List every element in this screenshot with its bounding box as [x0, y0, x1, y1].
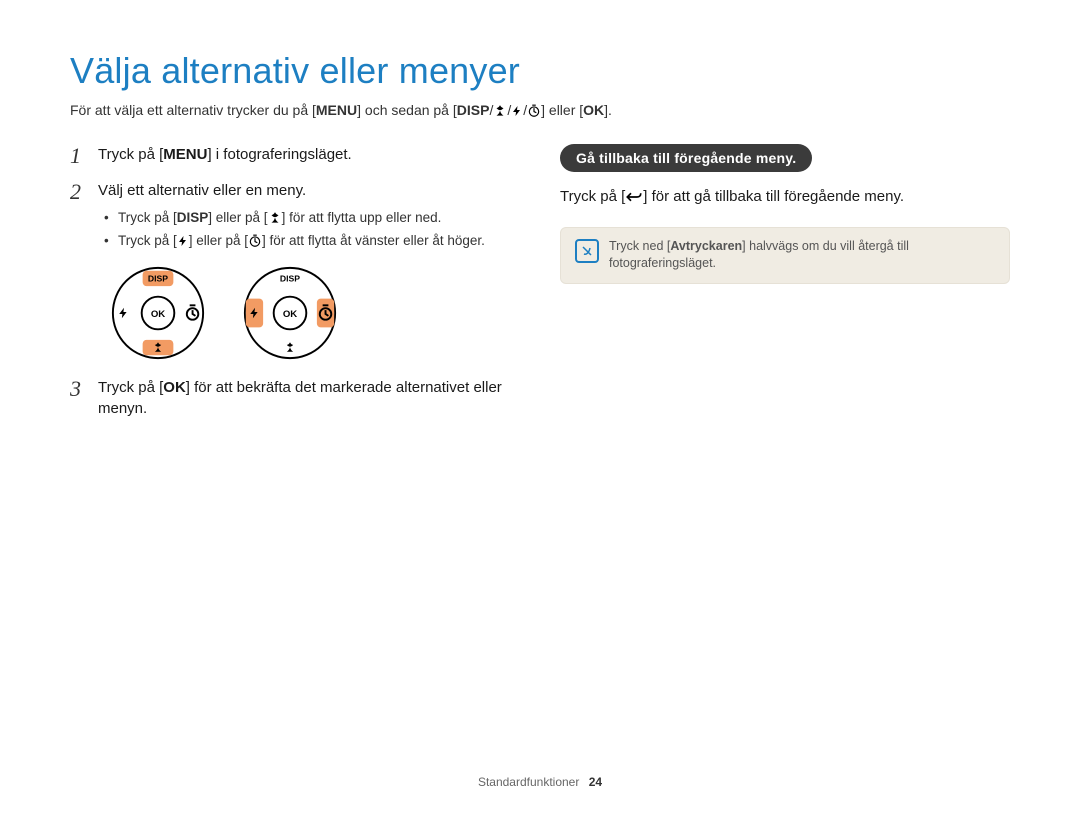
timer-icon: [527, 104, 541, 118]
svg-text:OK: OK: [283, 308, 297, 319]
b1-a: Tryck på [: [118, 210, 177, 225]
note-icon: [575, 239, 599, 263]
note-text-a: Tryck ned [: [609, 239, 670, 253]
b2-b: ] eller på [: [189, 233, 248, 248]
note-box: Tryck ned [Avtryckaren] halvvägs om du v…: [560, 227, 1010, 284]
back-instruction: Tryck på [ ] för att gå tillbaka till för…: [560, 186, 1010, 209]
shutter-label: Avtryckaren: [670, 239, 742, 253]
step-1-text-b: ] i fotograferingsläget.: [207, 146, 351, 163]
disp-label: DISP: [177, 210, 209, 225]
macro-icon: [268, 211, 282, 225]
intro-text-mid2: ] eller [: [541, 102, 583, 118]
step-number: 3: [70, 373, 81, 405]
step-number: 1: [70, 140, 81, 172]
footer-page-number: 24: [589, 775, 602, 789]
intro-text-pre: För att välja ett alternativ trycker du …: [70, 102, 316, 118]
macro-icon: [493, 104, 507, 118]
intro-paragraph: För att välja ett alternativ trycker du …: [70, 102, 1010, 118]
direction-dial-left-right: OK DISP: [242, 265, 338, 361]
flash-icon: [511, 104, 523, 118]
left-column: 1 Tryck på [MENU] i fotograferingsläget.…: [70, 144, 520, 434]
intro-text-post: ].: [604, 102, 612, 118]
step-2-bullet-2: Tryck på [ ] eller på [ ] för att flytta å…: [104, 231, 520, 251]
menu-label: MENU: [163, 146, 207, 163]
intro-text-mid1: ] och sedan på [: [357, 102, 457, 118]
disp-label: DISP: [457, 102, 490, 118]
svg-text:DISP: DISP: [148, 273, 168, 283]
step-1-text-a: Tryck på [: [98, 146, 163, 163]
timer-icon: [248, 234, 262, 248]
b1-c: ] för att flytta upp eller ned.: [282, 210, 442, 225]
svg-text:DISP: DISP: [280, 273, 300, 283]
step-number: 2: [70, 176, 81, 208]
right-column: Gå tillbaka till föregående meny. Tryck …: [560, 144, 1010, 434]
page-footer: Standardfunktioner 24: [0, 775, 1080, 789]
back-icon: [625, 190, 643, 204]
back-heading-pill: Gå tillbaka till föregående meny.: [560, 144, 812, 172]
step-1: 1 Tryck på [MENU] i fotograferingsläget.: [70, 144, 520, 166]
ok-label: OK: [583, 102, 604, 118]
step-3-text-a: Tryck på [: [98, 379, 163, 396]
step-2: 2 Välj ett alternativ eller en meny. Try…: [70, 180, 520, 361]
page-title: Välja alternativ eller menyer: [70, 50, 1010, 92]
back-text-a: Tryck på [: [560, 188, 625, 205]
flash-icon: [177, 234, 189, 248]
step-2-text: Välj ett alternativ eller en meny.: [98, 182, 306, 199]
svg-text:OK: OK: [151, 308, 165, 319]
step-3: 3 Tryck på [OK] för att bekräfta det mar…: [70, 377, 520, 421]
ok-label: OK: [163, 379, 186, 396]
b2-a: Tryck på [: [118, 233, 177, 248]
direction-dial-up-down: OK DISP: [110, 265, 206, 361]
b2-c: ] för att flytta åt vänster eller åt hög…: [262, 233, 485, 248]
footer-section: Standardfunktioner: [478, 775, 579, 789]
menu-label: MENU: [316, 102, 357, 118]
b1-b: ] eller på [: [208, 210, 267, 225]
back-text-b: ] för att gå tillbaka till föregående me…: [643, 188, 904, 205]
step-2-bullet-1: Tryck på [DISP] eller på [ ] för att flyt…: [104, 208, 520, 228]
